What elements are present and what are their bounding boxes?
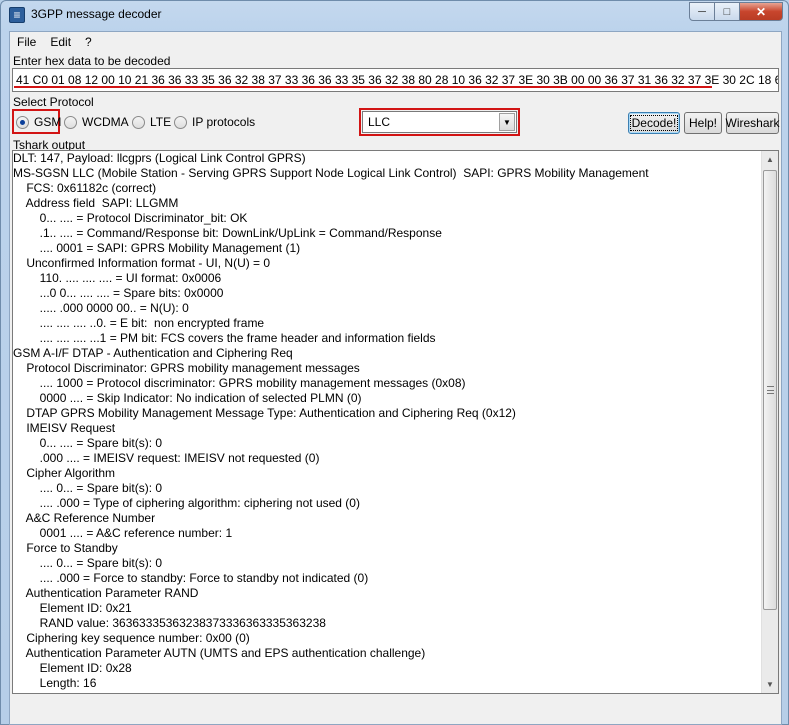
minimize-icon: ─ <box>698 5 706 18</box>
output-line: MS-SGSN LLC (Mobile Station - Serving GP… <box>13 166 649 180</box>
radio-gsm[interactable]: GSM <box>16 115 61 129</box>
output-line: Length: 16 <box>13 676 97 690</box>
maximize-icon: □ <box>723 5 731 18</box>
output-line: 110. .... .... .... = UI format: 0x0006 <box>13 271 222 285</box>
output-line: Force to Standby <box>13 541 118 555</box>
hex-section-label: Enter hex data to be decoded <box>13 54 171 68</box>
output-line: A&C Reference Number <box>13 511 156 525</box>
output-line: Unconfirmed Information format - UI, N(U… <box>13 256 271 270</box>
radio-wcdma-label: WCDMA <box>82 115 129 129</box>
maximize-button[interactable]: □ <box>715 2 740 21</box>
output-lines: DLT: 147, Payload: llcgprs (Logical Link… <box>13 151 763 693</box>
radio-unchecked-icon <box>64 115 77 129</box>
output-line: DLT: 147, Payload: llcgprs (Logical Link… <box>13 151 306 165</box>
output-line: Address field SAPI: LLGMM <box>13 196 179 210</box>
scroll-up-icon[interactable]: ▲ <box>762 151 778 168</box>
chevron-down-icon[interactable]: ▼ <box>499 113 515 131</box>
output-line: Ciphering key sequence number: 0x00 (0) <box>13 631 250 645</box>
output-line: ...0 0... .... .... = Spare bits: 0x0000 <box>13 286 224 300</box>
close-icon: ✕ <box>755 4 767 19</box>
window-controls: ─ □ ✕ <box>689 2 783 22</box>
radio-checked-icon <box>16 115 29 129</box>
output-line: .... 1000 = Protocol discriminator: GPRS… <box>13 376 466 390</box>
protocol-combo[interactable]: LLC ▼ <box>362 111 517 133</box>
output-line: .... .000 = Force to standby: Force to s… <box>13 571 369 585</box>
grip-icon <box>767 386 774 394</box>
output-line: .... 0... = Spare bit(s): 0 <box>13 481 163 495</box>
menu-file[interactable]: File <box>10 32 43 52</box>
help-button[interactable]: Help! <box>684 112 722 134</box>
protocol-section-label: Select Protocol <box>13 95 94 109</box>
protocol-row: GSM WCDMA LTE IP protocols LLC ▼ Decode!… <box>12 108 780 136</box>
scroll-down-icon[interactable]: ▼ <box>762 676 778 693</box>
output-line: Element ID: 0x21 <box>13 601 132 615</box>
menu-edit[interactable]: Edit <box>43 32 78 52</box>
radio-lte[interactable]: LTE <box>132 115 171 129</box>
decode-button-label: Decode! <box>629 115 679 131</box>
hex-input[interactable]: 41 C0 01 08 12 00 10 21 36 36 33 35 36 3… <box>12 68 779 92</box>
output-line: ..... .000 0000 00.. = N(U): 0 <box>13 301 189 315</box>
hex-highlight-underline <box>14 86 712 88</box>
title-bar[interactable]: ≡ 3GPP message decoder ─ □ ✕ <box>1 1 788 29</box>
radio-ip-protocols[interactable]: IP protocols <box>174 115 255 129</box>
close-button[interactable]: ✕ <box>740 2 783 21</box>
output-line: FCS: 0x61182c (correct) <box>13 181 157 195</box>
output-line: .000 .... = IMEISV request: IMEISV not r… <box>13 451 320 465</box>
output-line: 0000 .... = Skip Indicator: No indicatio… <box>13 391 362 405</box>
protocol-combo-value: LLC <box>368 115 391 129</box>
scroll-thumb[interactable] <box>763 170 777 610</box>
wireshark-button[interactable]: Wireshark <box>726 112 780 134</box>
output-line: 0... .... = Protocol Discriminator_bit: … <box>13 211 248 225</box>
vertical-scrollbar[interactable]: ▲ ▼ <box>761 151 778 693</box>
output-line: .... 0001 = SAPI: GPRS Mobility Manageme… <box>13 241 301 255</box>
decode-button[interactable]: Decode! <box>628 112 680 134</box>
output-line: Authentication Parameter AUTN (UMTS and … <box>13 646 426 660</box>
output-line: Protocol Discriminator: GPRS mobility ma… <box>13 361 360 375</box>
output-line: 0... .... = Spare bit(s): 0 <box>13 436 163 450</box>
output-line: .... .... .... ...1 = PM bit: FCS covers… <box>13 331 436 345</box>
output-line: IMEISV Request <box>13 421 116 435</box>
menu-help[interactable]: ? <box>78 32 99 52</box>
output-line: .... .... .... ..0. = E bit: non encrypt… <box>13 316 265 330</box>
radio-wcdma[interactable]: WCDMA <box>64 115 129 129</box>
output-line: GSM A-I/F DTAP - Authentication and Ciph… <box>13 346 293 360</box>
radio-unchecked-icon <box>174 115 187 129</box>
radio-gsm-label: GSM <box>34 115 62 129</box>
output-line: .1.. .... = Command/Response bit: DownLi… <box>13 226 442 240</box>
radio-unchecked-icon <box>132 115 145 129</box>
output-line: Element ID: 0x28 <box>13 661 132 675</box>
radio-lte-label: LTE <box>150 115 172 129</box>
app-window: ≡ 3GPP message decoder ─ □ ✕ File Edit ?… <box>0 0 789 725</box>
output-line: RAND value: 3636333536323837333636333536… <box>13 616 326 630</box>
output-line: AUTN value: 3632373e303b0000363731363237… <box>13 691 763 693</box>
output-line: DTAP GPRS Mobility Management Message Ty… <box>13 406 516 420</box>
client-area: File Edit ? Enter hex data to be decoded… <box>9 31 782 725</box>
output-line: 0001 .... = A&C reference number: 1 <box>13 526 233 540</box>
minimize-button[interactable]: ─ <box>689 2 715 21</box>
output-line: Cipher Algorithm <box>13 466 116 480</box>
output-line: .... 0... = Spare bit(s): 0 <box>13 556 163 570</box>
menu-bar: File Edit ? <box>10 32 781 52</box>
radio-ip-label: IP protocols <box>192 115 256 129</box>
window-title: 3GPP message decoder <box>31 7 162 21</box>
app-icon: ≡ <box>9 7 25 23</box>
output-line: Authentication Parameter RAND <box>13 586 199 600</box>
output-line: .... .000 = Type of ciphering algorithm:… <box>13 496 360 510</box>
tshark-output[interactable]: DLT: 147, Payload: llcgprs (Logical Link… <box>12 150 779 694</box>
